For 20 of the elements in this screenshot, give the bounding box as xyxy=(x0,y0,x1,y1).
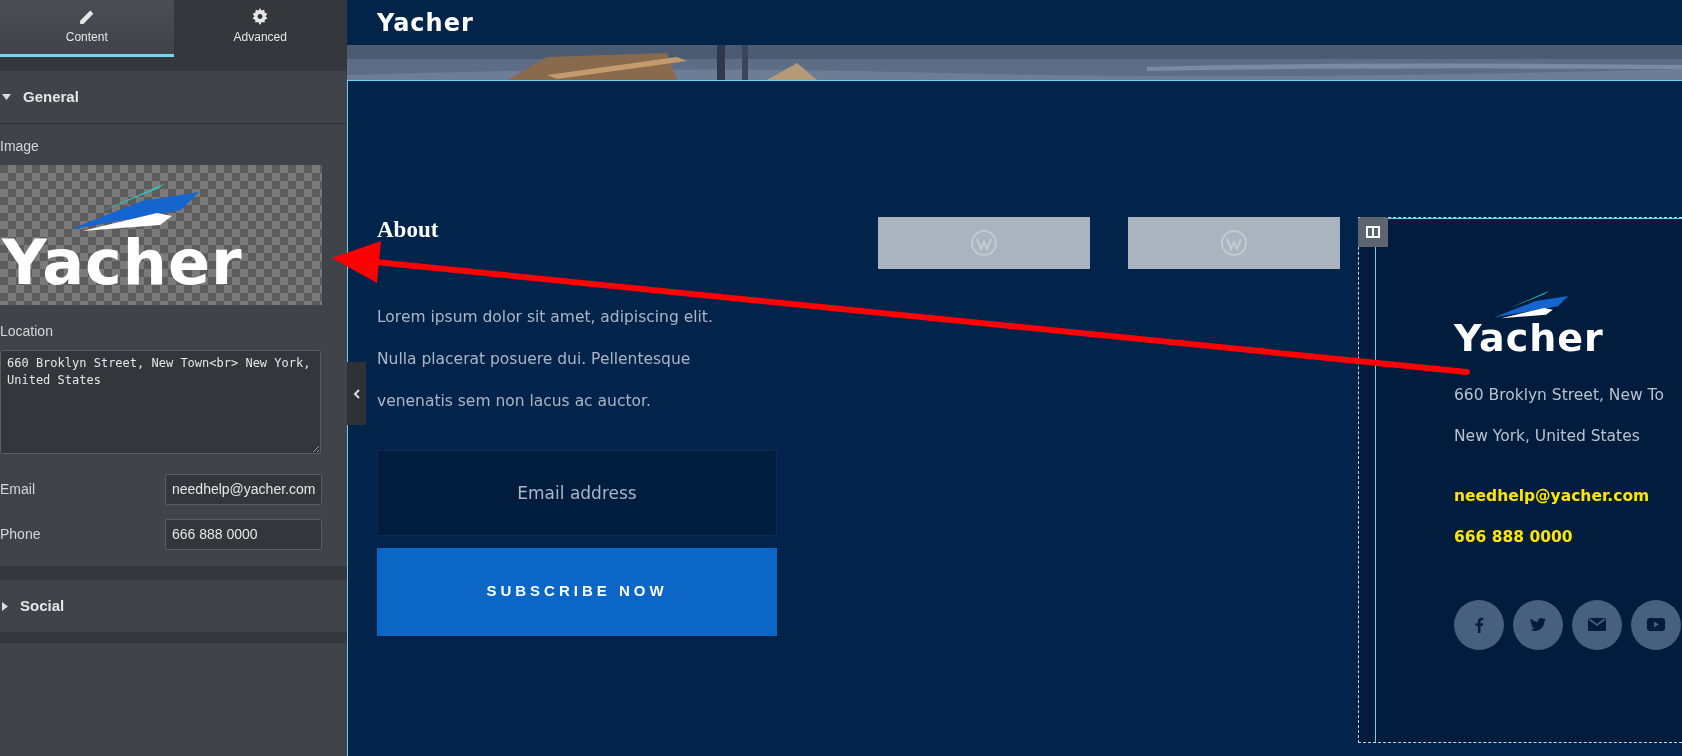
email-field[interactable]: Email address xyxy=(377,449,777,536)
location-field[interactable]: 660 Broklyn Street, New Town<br> New York, United States xyxy=(0,350,321,454)
logo-text: Yacher xyxy=(377,10,474,35)
about-text: Lorem ipsum dolor sit amet, adipiscing elit. Nulla placerat posuere dui. Pellentesque venenatis sem non lacus ac auctor. xyxy=(377,306,714,412)
section-heading: About xyxy=(377,216,440,244)
phone-field[interactable]: 666 888 0000 xyxy=(165,519,322,550)
subscribe-button[interactable]: SUBSCRIBE NOW xyxy=(377,547,777,636)
address-text: 660 Broklyn Street, New To New York, United States xyxy=(1454,385,1665,448)
field-label: Image xyxy=(0,137,40,156)
image-preview[interactable]: Yacher xyxy=(0,165,322,305)
panel-tab[interactable]: Content xyxy=(0,0,174,57)
field-label: Phone xyxy=(0,525,41,544)
email-field[interactable]: needhelp@yacher.com xyxy=(165,474,322,505)
panel-tab[interactable]: Advanced xyxy=(173,0,347,57)
field-label: Location xyxy=(0,322,54,341)
logo-text: Yacher xyxy=(1454,319,1604,358)
logo-text: Yacher xyxy=(2,232,243,295)
field-label: Email xyxy=(0,480,35,499)
email-link[interactable]: needhelp@yacher.com xyxy=(1454,485,1682,509)
phone-link[interactable]: 666 888 0000 xyxy=(1454,526,1682,550)
